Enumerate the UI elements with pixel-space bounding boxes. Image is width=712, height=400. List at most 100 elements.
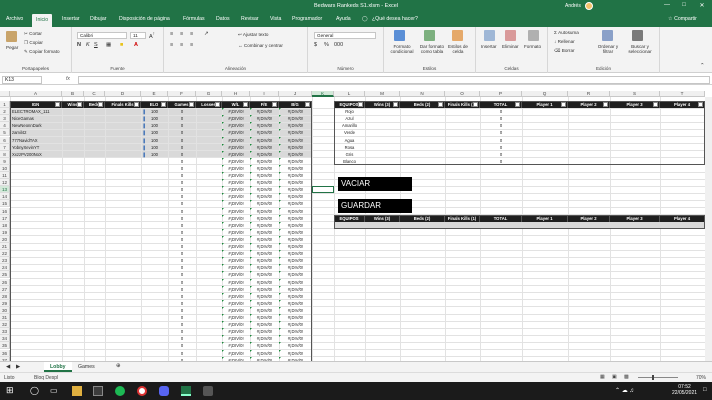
copy-button[interactable]: ❐ Copiar — [24, 40, 43, 46]
format-cells-button[interactable]: Formato — [524, 44, 541, 49]
spotify-icon[interactable] — [115, 386, 125, 396]
row-header[interactable]: 10 — [0, 164, 10, 172]
column-header-m[interactable]: M — [365, 91, 400, 97]
font-size-select[interactable]: 11 — [130, 32, 146, 39]
align-middle-icon[interactable]: ≡ — [180, 31, 183, 37]
row-header[interactable]: 7 — [0, 143, 10, 151]
row-header[interactable]: 32 — [0, 321, 10, 329]
row-header[interactable]: 33 — [0, 328, 10, 336]
format-cells-icon[interactable] — [528, 30, 539, 41]
orientation-icon[interactable]: ↗ — [204, 31, 209, 37]
scroll-left-icon[interactable]: ◀ — [6, 364, 10, 370]
minimize-icon[interactable]: — — [660, 2, 674, 8]
align-center-icon[interactable]: ≡ — [180, 42, 183, 48]
tab-revisar[interactable]: Revisar — [241, 16, 259, 22]
row-header[interactable]: 28 — [0, 292, 10, 300]
column-header-r[interactable]: R — [568, 91, 610, 97]
tab-ayuda[interactable]: Ayuda — [336, 16, 351, 22]
row-header[interactable]: 22 — [0, 250, 10, 258]
tab-inicio[interactable]: Inicio — [32, 14, 53, 27]
delete-cells-icon[interactable] — [505, 30, 516, 41]
align-right-icon[interactable]: ≡ — [190, 42, 193, 48]
conditional-format-icon[interactable] — [394, 30, 405, 41]
row-header[interactable]: 36 — [0, 349, 10, 357]
autosum-button[interactable]: Σ Autosuma — [554, 30, 579, 35]
paste-icon[interactable] — [6, 31, 17, 42]
sheet-tab-games[interactable]: Games — [72, 362, 101, 372]
row-header[interactable]: 21 — [0, 243, 10, 250]
format-table-button[interactable]: Dar formato como tabla — [418, 44, 446, 54]
app2-icon[interactable] — [203, 386, 213, 396]
row-header[interactable]: 11 — [0, 172, 10, 179]
clock[interactable]: 07:52 22/05/2021 — [672, 384, 697, 396]
wrap-text-button[interactable]: ↩ Ajustar texto — [238, 32, 268, 38]
excel-taskbar-icon[interactable] — [181, 386, 191, 396]
row-header[interactable]: 14 — [0, 193, 10, 201]
insert-cells-button[interactable]: Insertar — [481, 44, 497, 49]
normal-view-icon[interactable]: ▦ — [600, 374, 605, 380]
row-header[interactable]: 20 — [0, 235, 10, 243]
format-table-icon[interactable] — [424, 30, 435, 41]
row-header[interactable]: 9 — [0, 157, 10, 165]
borders-icon[interactable]: ▦ — [106, 42, 111, 48]
row-header[interactable]: 17 — [0, 214, 10, 222]
fill-button[interactable]: ↓ Rellenar — [554, 39, 575, 44]
tell-me-search[interactable]: ¿Qué desea hacer? — [372, 16, 418, 22]
row-header[interactable]: 2 — [0, 108, 10, 116]
row-header[interactable]: 29 — [0, 299, 10, 307]
vertical-scrollbar[interactable] — [705, 97, 712, 361]
cut-button[interactable]: ✂ Cortar — [24, 31, 42, 37]
underline-icon[interactable]: S — [94, 42, 98, 48]
row-header[interactable]: 23 — [0, 257, 10, 265]
discord-icon[interactable] — [159, 386, 169, 396]
column-header-a[interactable]: A — [10, 91, 62, 97]
zoom-slider[interactable] — [638, 377, 678, 378]
search-icon[interactable]: ◯ — [30, 386, 40, 396]
conditional-format-button[interactable]: Formato condicional — [386, 44, 418, 54]
collapse-ribbon-icon[interactable]: ⌃ — [700, 63, 705, 69]
thousands-icon[interactable]: 000 — [334, 42, 343, 48]
italic-icon[interactable]: K — [86, 42, 90, 48]
clear-button[interactable]: ⌫ Borrar — [554, 48, 575, 54]
tab-insertar[interactable]: Insertar — [62, 16, 80, 22]
app-icon[interactable] — [93, 386, 103, 396]
bold-icon[interactable]: N — [77, 42, 81, 48]
sort-filter-icon[interactable] — [602, 30, 613, 41]
avatar[interactable] — [585, 2, 593, 10]
column-header-n[interactable]: N — [400, 91, 445, 97]
number-format-select[interactable]: General — [314, 32, 376, 39]
row-header[interactable]: 15 — [0, 200, 10, 208]
cell-styles-icon[interactable] — [452, 30, 463, 41]
paste-button[interactable]: Pegar — [6, 45, 18, 50]
page-break-icon[interactable]: ▩ — [624, 374, 629, 380]
format-painter-button[interactable]: ✎ Copiar formato — [24, 49, 60, 55]
name-box[interactable]: K13 — [2, 76, 42, 84]
selected-cell[interactable] — [312, 186, 334, 194]
column-header-o[interactable]: O — [445, 91, 480, 97]
tray-icons[interactable]: ⌃ ☁ ♫ — [615, 387, 634, 394]
task-view-icon[interactable]: ▭ — [50, 386, 60, 396]
fx-icon[interactable]: fx — [66, 76, 70, 82]
delete-cells-button[interactable]: Eliminar — [502, 44, 519, 49]
merge-center-button[interactable]: ↔ Combinar y centrar — [238, 43, 283, 48]
find-select-icon[interactable] — [632, 30, 643, 41]
column-header-b[interactable]: B — [62, 91, 84, 97]
row-header[interactable]: 35 — [0, 342, 10, 350]
formula-input[interactable] — [78, 76, 710, 84]
sheet-tab-lobby[interactable]: Lobby — [44, 362, 72, 372]
maximize-icon[interactable]: □ — [677, 2, 691, 8]
row-header[interactable]: 4 — [0, 122, 10, 130]
find-select-button[interactable]: Buscar y seleccionar — [624, 44, 656, 54]
row-header[interactable]: 26 — [0, 278, 10, 286]
column-header-p[interactable]: P — [480, 91, 522, 97]
column-header-j[interactable]: J — [279, 91, 312, 97]
column-header-s[interactable]: S — [610, 91, 660, 97]
row-header[interactable]: 31 — [0, 314, 10, 321]
tab-datos[interactable]: Datos — [216, 16, 230, 22]
align-top-icon[interactable]: ≡ — [170, 31, 173, 37]
font-color-icon[interactable]: A — [134, 42, 138, 48]
scroll-right-icon[interactable]: ▶ — [16, 364, 20, 370]
column-header-q[interactable]: Q — [522, 91, 568, 97]
tab-programador[interactable]: Programador — [292, 16, 322, 22]
row-header[interactable]: 16 — [0, 207, 10, 215]
